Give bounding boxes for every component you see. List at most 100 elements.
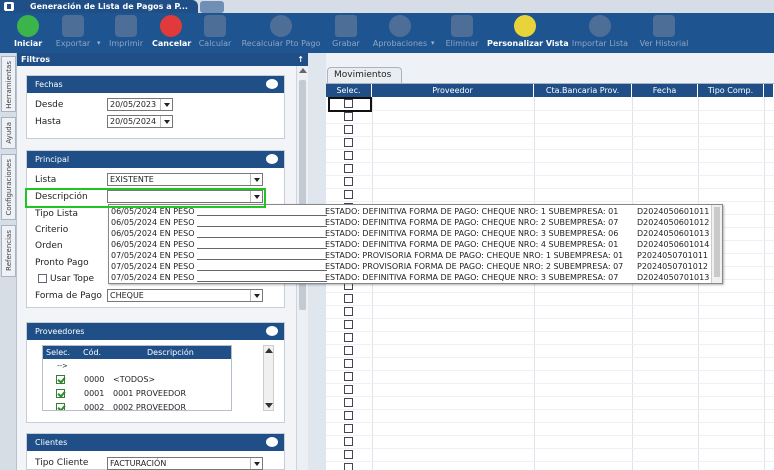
row-select-checkbox[interactable]: [344, 333, 353, 342]
grid-row-line: [326, 357, 774, 358]
row-select-checkbox[interactable]: [344, 177, 353, 186]
grabar-button[interactable]: Grabar: [330, 15, 362, 53]
window-tab[interactable]: Generación de Lista de Pagos a P...: [0, 0, 198, 13]
ver-historial-button[interactable]: Ver Historial: [637, 15, 691, 53]
dropdown-option[interactable]: 07/05/2024 EN PESO ESTADO: PROVISORIA FOR…: [109, 250, 712, 261]
proveedores-table-header: Selec. Cód. Descripción: [43, 346, 231, 359]
secondary-window-tab[interactable]: [200, 1, 224, 13]
row-select-checkbox[interactable]: [344, 437, 353, 446]
col-descripcion[interactable]: Descripción: [147, 348, 194, 357]
col-cta-bancaria[interactable]: Cta.Bancaria Prov.: [534, 84, 632, 97]
importar-lista-button[interactable]: Importar Lista: [569, 15, 631, 53]
dropdown-option[interactable]: 06/05/2024 EN PESO ESTADO: DEFINITIVA FOR…: [109, 217, 712, 228]
tab-movimientos[interactable]: Movimientos: [327, 67, 402, 83]
cancelar-button[interactable]: Cancelar: [152, 15, 191, 53]
collapse-icon[interactable]: [266, 79, 278, 89]
pin-icon[interactable]: ↑: [297, 53, 304, 66]
chevron-down-icon[interactable]: [250, 174, 262, 185]
tab-configuraciones[interactable]: Configuraciones: [1, 154, 16, 220]
aprobaciones-button[interactable]: Aprobaciones: [372, 15, 428, 53]
tab-ayuda[interactable]: Ayuda: [1, 117, 16, 149]
row-select-checkbox[interactable]: [344, 138, 353, 147]
scroll-up-icon[interactable]: [265, 348, 273, 353]
row-checkbox[interactable]: [56, 375, 65, 384]
desde-date-input[interactable]: 20/05/2023: [107, 98, 173, 111]
proveedores-scrollbar[interactable]: [263, 345, 274, 411]
chevron-down-icon[interactable]: [160, 99, 172, 110]
recalcular-pto-pago-button[interactable]: Recalcular Pto Pago: [240, 15, 322, 53]
row-select-checkbox[interactable]: [344, 190, 353, 199]
row-select-checkbox[interactable]: [344, 372, 353, 381]
table-row[interactable]: 0001 0001 PROVEEDOR: [43, 387, 231, 400]
proveedores-group-header[interactable]: Proveedores: [27, 323, 284, 340]
dropdown-scrollbar[interactable]: [711, 205, 722, 283]
usar-tope-checkbox[interactable]: [38, 274, 47, 283]
row-select-checkbox[interactable]: [344, 307, 353, 316]
dropdown-option[interactable]: 06/05/2024 EN PESO ESTADO: DEFINITIVA FOR…: [109, 228, 712, 239]
row-select-checkbox[interactable]: [344, 125, 353, 134]
col-proveedor[interactable]: Proveedor: [372, 84, 534, 97]
personalizar-vista-button[interactable]: Personalizar Vista: [487, 15, 569, 53]
tab-herramientas[interactable]: Herramientas: [1, 56, 16, 112]
row-select-checkbox[interactable]: [344, 411, 353, 420]
row-select-checkbox[interactable]: [344, 294, 353, 303]
row-select-checkbox[interactable]: [344, 320, 353, 329]
dropdown-option[interactable]: 07/05/2024 EN PESO ESTADO: PROVISORIA FOR…: [109, 261, 712, 272]
scroll-down-icon[interactable]: [265, 403, 273, 408]
scroll-up-icon[interactable]: [299, 68, 307, 73]
eliminar-button[interactable]: Eliminar: [443, 15, 481, 53]
fechas-group-header[interactable]: Fechas: [27, 76, 284, 93]
exportar-button[interactable]: Exportar: [52, 15, 94, 53]
row-select-checkbox[interactable]: [344, 463, 353, 470]
option-status: ESTADO: DEFINITIVA FORMA DE PAGO: CHEQUE…: [325, 240, 619, 249]
row-checkbox[interactable]: [56, 389, 65, 398]
col-fecha[interactable]: Fecha: [632, 84, 698, 97]
movimientos-grid-header: Selec. Proveedor Cta.Bancaria Prov. Fech…: [326, 84, 774, 97]
chevron-down-icon[interactable]: [160, 116, 172, 127]
table-row[interactable]: 0002 0002 PROVEEDOR: [43, 401, 231, 410]
grid-row-line: [326, 331, 774, 332]
hasta-date-input[interactable]: 20/05/2024: [107, 115, 173, 128]
play-icon: [17, 15, 39, 37]
imprimir-button[interactable]: Imprimir: [108, 15, 144, 53]
chevron-down-icon[interactable]: [250, 290, 262, 301]
col-selec[interactable]: Selec.: [326, 84, 372, 97]
dropdown-option[interactable]: 06/05/2024 EN PESO ESTADO: DEFINITIVA FOR…: [109, 239, 712, 250]
lista-select[interactable]: EXISTENTE: [107, 173, 263, 186]
calcular-button[interactable]: Calcular: [198, 15, 232, 53]
row-select-checkbox[interactable]: [344, 151, 353, 160]
row-select-checkbox[interactable]: [344, 385, 353, 394]
col-extra[interactable]: [764, 84, 774, 97]
tipo-cliente-select[interactable]: FACTURACIÓN: [107, 457, 263, 470]
row-select-checkbox[interactable]: [344, 112, 353, 121]
col-cod[interactable]: Cód.: [83, 348, 101, 357]
row-select-checkbox[interactable]: [344, 346, 353, 355]
descripcion-dropdown-list[interactable]: 06/05/2024 EN PESO ESTADO: DEFINITIVA FOR…: [108, 204, 723, 284]
row-select-checkbox[interactable]: [344, 164, 353, 173]
table-row[interactable]: 0000 <TODOS>: [43, 373, 231, 386]
collapse-icon[interactable]: [266, 326, 278, 336]
dropdown-option[interactable]: 07/05/2024 EN PESO ESTADO: DEFINITIVA FOR…: [109, 272, 712, 283]
option-status: ESTADO: PROVISORIA FORMA DE PAGO: CHEQUE…: [325, 251, 624, 260]
principal-group-header[interactable]: Principal: [27, 151, 284, 168]
collapse-icon[interactable]: [266, 154, 278, 164]
collapse-icon[interactable]: [266, 437, 278, 447]
clientes-group-header[interactable]: Clientes: [27, 434, 284, 451]
chevron-down-icon[interactable]: [250, 458, 262, 469]
iniciar-button[interactable]: Iniciar: [14, 15, 42, 53]
col-selec[interactable]: Selec.: [46, 348, 70, 357]
row-select-checkbox[interactable]: [344, 450, 353, 459]
row-select-checkbox[interactable]: [344, 359, 353, 368]
tab-referencias[interactable]: Referencias: [1, 225, 16, 277]
grid-row-line: [326, 175, 774, 176]
forma-pago-select[interactable]: CHEQUE: [107, 289, 263, 302]
aprobaciones-dropdown-icon[interactable]: ▾: [431, 39, 435, 47]
col-tipo-comp[interactable]: Tipo Comp.: [698, 84, 764, 97]
scroll-thumb[interactable]: [714, 207, 720, 277]
hasta-label: Hasta: [35, 117, 62, 127]
row-select-checkbox[interactable]: [344, 424, 353, 433]
exportar-dropdown-icon[interactable]: ▾: [97, 39, 101, 47]
row-select-checkbox[interactable]: [344, 398, 353, 407]
row-checkbox[interactable]: [56, 403, 65, 410]
grid-row-line: [326, 422, 774, 423]
